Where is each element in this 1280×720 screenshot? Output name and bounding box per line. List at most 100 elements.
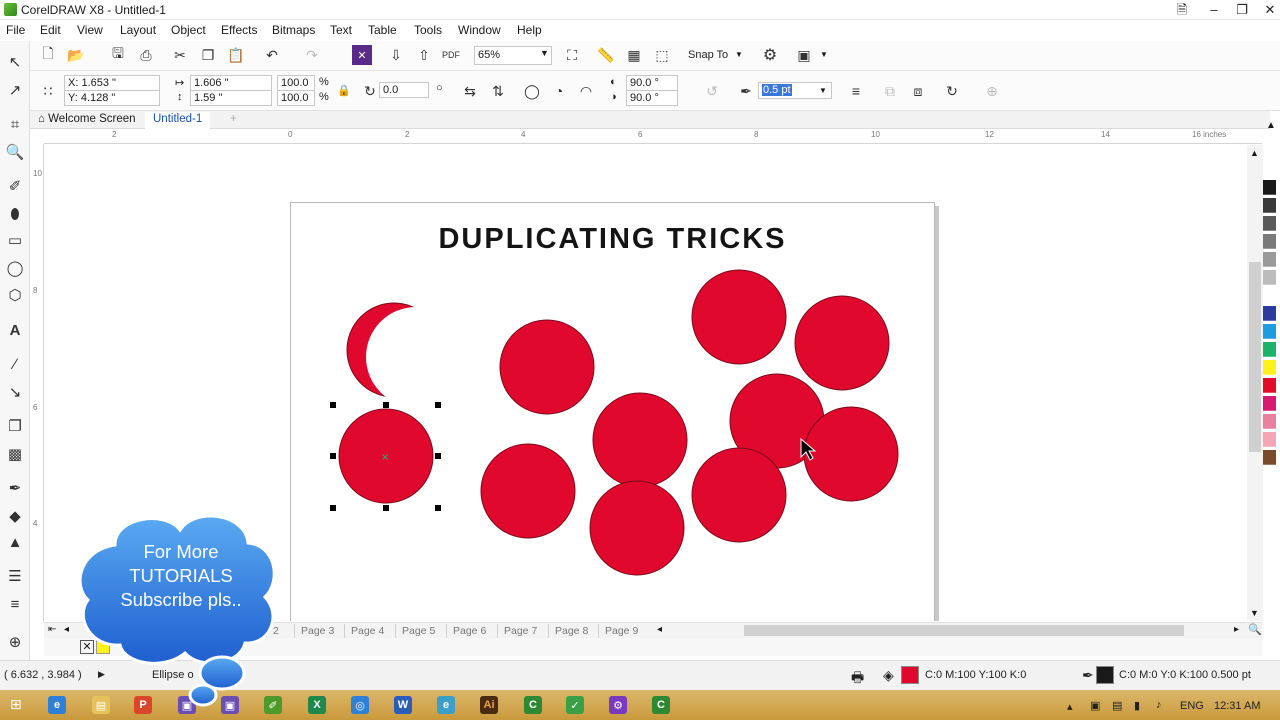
x-position-field[interactable]: X: 1.653 " bbox=[64, 75, 160, 91]
color-proof-icon[interactable]: 🖶 bbox=[851, 667, 864, 691]
ellipse[interactable] bbox=[803, 406, 899, 502]
crescent-shape[interactable] bbox=[346, 302, 442, 398]
rotation-angle-field[interactable]: 0.0 bbox=[379, 82, 429, 98]
color-eyedropper-tool-icon[interactable]: ✒ bbox=[3, 477, 27, 499]
page-tab[interactable]: Page 7 bbox=[497, 624, 543, 638]
horizontal-ruler[interactable]: 2 0 2 4 6 8 10 12 14 16 inches bbox=[44, 129, 1262, 144]
ellipse[interactable] bbox=[499, 319, 595, 415]
menu-table[interactable]: Table bbox=[368, 23, 397, 37]
search-content-icon[interactable]: ✕ bbox=[352, 45, 372, 65]
browser-taskbar-icon[interactable]: ◎ bbox=[351, 696, 369, 714]
coreldraw-taskbar-icon[interactable]: C bbox=[524, 696, 542, 714]
vertical-ruler[interactable]: 10 8 6 4 bbox=[30, 144, 44, 622]
word-taskbar-icon[interactable]: W bbox=[394, 696, 412, 714]
import-icon[interactable]: ⇩ bbox=[386, 45, 406, 65]
zoom-navigator-icon[interactable]: 🔍 bbox=[1248, 623, 1262, 636]
shape-tool-icon[interactable]: ↗ bbox=[3, 79, 27, 101]
save-icon[interactable]: 🖫 bbox=[108, 45, 128, 65]
menu-tools[interactable]: Tools bbox=[414, 23, 442, 37]
palette-swatch[interactable] bbox=[1263, 414, 1276, 429]
export-icon[interactable]: ⇧ bbox=[414, 45, 434, 65]
corel-connect-taskbar-icon[interactable]: ✓ bbox=[566, 696, 584, 714]
ie-taskbar-icon[interactable]: e bbox=[48, 696, 66, 714]
new-document-icon[interactable]: 🗋 bbox=[38, 45, 58, 65]
palette-scroll-up-icon[interactable]: ▲ bbox=[1266, 120, 1276, 131]
mirror-horizontal-icon[interactable]: ⇆ bbox=[460, 81, 480, 101]
drop-shadow-tool-icon[interactable]: ❐ bbox=[3, 415, 27, 437]
tab-untitled-1[interactable]: Untitled-1 bbox=[145, 112, 211, 129]
to-back-icon[interactable]: ⧈ bbox=[908, 81, 928, 101]
windows-start-icon[interactable]: ⊞ bbox=[10, 696, 22, 713]
undo-icon[interactable]: ↶ bbox=[262, 45, 282, 65]
align-panel-icon[interactable]: ≡ bbox=[3, 593, 27, 615]
publish-pdf-icon[interactable]: PDF bbox=[441, 45, 461, 65]
interactive-fill-tool-icon[interactable]: ◆ bbox=[3, 505, 27, 527]
input-language[interactable]: ENG bbox=[1180, 700, 1204, 712]
rectangle-tool-icon[interactable]: ▭ bbox=[3, 229, 27, 251]
illustrator-taskbar-icon[interactable]: Ai bbox=[480, 696, 498, 714]
start-angle-field[interactable]: 90.0 ° bbox=[626, 75, 678, 91]
vertical-scroll-thumb[interactable] bbox=[1249, 262, 1261, 452]
excel-taskbar-icon[interactable]: X bbox=[308, 696, 326, 714]
zoom-tool-icon[interactable]: 🔍 bbox=[3, 141, 27, 163]
palette-swatch[interactable] bbox=[1263, 288, 1276, 303]
add-tool-icon[interactable]: ⊕ bbox=[3, 631, 27, 653]
page-tab[interactable]: Page 4 bbox=[344, 624, 390, 638]
minimize-button[interactable]: – bbox=[1200, 0, 1228, 20]
parallel-dimension-tool-icon[interactable]: ∕ bbox=[3, 353, 27, 375]
palette-swatch[interactable] bbox=[1263, 198, 1276, 213]
palette-swatch[interactable] bbox=[1263, 450, 1276, 465]
to-front-icon[interactable]: ⧉ bbox=[880, 81, 900, 101]
palette-swatch[interactable] bbox=[1263, 306, 1276, 321]
ellipse[interactable] bbox=[794, 295, 890, 391]
palette-swatch[interactable] bbox=[1263, 360, 1276, 375]
print-icon[interactable]: ⎙ bbox=[136, 45, 156, 65]
page-tab[interactable]: Page 9 bbox=[598, 624, 644, 638]
arc-mode-icon[interactable]: ◠ bbox=[576, 81, 596, 101]
transparency-tool-icon[interactable]: ▩ bbox=[3, 443, 27, 465]
zoom-dropdown-chevron-icon[interactable]: ▼ bbox=[540, 48, 549, 58]
connector-tool-icon[interactable]: ↘ bbox=[3, 381, 27, 403]
page-tab[interactable]: Page 8 bbox=[548, 624, 594, 638]
ellipse-mode-icon[interactable]: ◯ bbox=[522, 81, 542, 101]
pie-mode-icon[interactable]: ◔ bbox=[549, 81, 569, 101]
show-guidelines-icon[interactable]: ⬚ bbox=[652, 45, 672, 65]
page-tab[interactable]: Page 6 bbox=[446, 624, 492, 638]
show-rulers-icon[interactable]: 📏 bbox=[596, 45, 616, 65]
full-screen-preview-icon[interactable]: ⛶ bbox=[562, 45, 582, 65]
palette-swatch[interactable] bbox=[1263, 432, 1276, 447]
menu-edit[interactable]: Edit bbox=[40, 23, 61, 37]
system-clock[interactable]: 12:31 AM bbox=[1214, 700, 1260, 712]
menu-object[interactable]: Object bbox=[171, 23, 206, 37]
tab-welcome-screen[interactable]: ⌂ Welcome Screen bbox=[30, 112, 144, 129]
corel-capture-taskbar-icon[interactable]: C bbox=[652, 696, 670, 714]
end-angle-field[interactable]: 90.0 ° bbox=[626, 90, 678, 106]
convert-to-curves-icon[interactable]: ↻ bbox=[942, 81, 962, 101]
object-properties-icon[interactable]: ☰ bbox=[3, 565, 27, 587]
fill-color-swatch[interactable] bbox=[901, 666, 919, 684]
object-origin-icon[interactable]: ∷ bbox=[38, 81, 58, 101]
redo-icon[interactable]: ↷ bbox=[302, 45, 322, 65]
tray-up-chevron-icon[interactable]: ▴ bbox=[1067, 700, 1073, 713]
palette-swatch[interactable] bbox=[1263, 378, 1276, 393]
ellipse[interactable] bbox=[480, 443, 576, 539]
snap-to-dropdown[interactable]: Snap To bbox=[688, 49, 728, 61]
menu-bitmaps[interactable]: Bitmaps bbox=[272, 23, 315, 37]
tray-icon[interactable]: ▣ bbox=[1090, 699, 1100, 712]
outline-color-swatch[interactable] bbox=[1096, 666, 1114, 684]
corel-photopaint-taskbar-icon[interactable]: ⚙ bbox=[609, 696, 627, 714]
launcher-chevron-icon[interactable]: ▼ bbox=[820, 50, 828, 59]
width-field[interactable]: 1.606 " bbox=[190, 75, 272, 91]
volume-icon[interactable]: ♪ bbox=[1156, 699, 1162, 711]
restore-button[interactable]: ❐ bbox=[1228, 0, 1256, 20]
menu-view[interactable]: View bbox=[77, 23, 103, 37]
ellipse[interactable] bbox=[691, 269, 787, 365]
battery-icon[interactable]: ▮ bbox=[1134, 699, 1140, 712]
crop-tool-icon[interactable]: ⌗ bbox=[3, 113, 27, 135]
scroll-down-chevron-icon[interactable]: ▼ bbox=[1250, 608, 1259, 618]
smart-fill-tool-icon[interactable]: ▲ bbox=[3, 531, 27, 553]
freehand-tool-icon[interactable]: ✐ bbox=[3, 175, 27, 197]
network-icon[interactable]: ▤ bbox=[1112, 699, 1122, 712]
palette-swatch[interactable] bbox=[1263, 396, 1276, 411]
hscroll-right-icon[interactable]: ▸ bbox=[1234, 624, 1239, 635]
